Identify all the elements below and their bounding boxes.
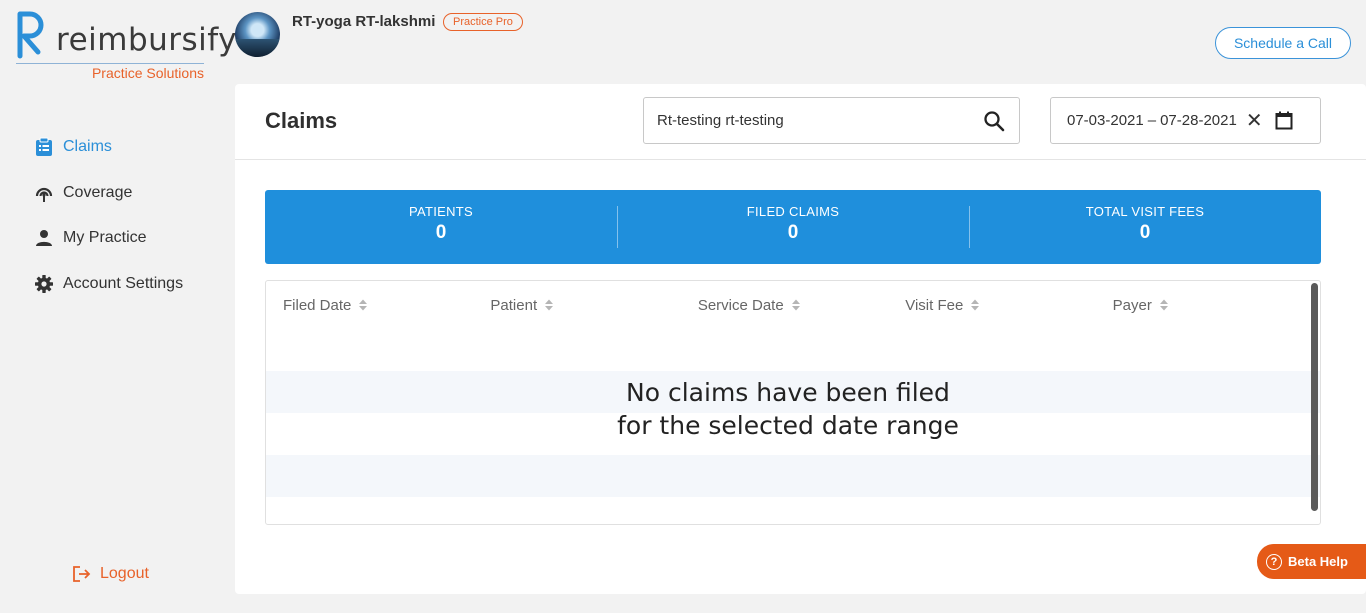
table-row bbox=[266, 455, 1320, 497]
column-label: Service Date bbox=[697, 296, 784, 314]
claims-table: Filed Date Patient Service Date Visit Fe… bbox=[265, 280, 1321, 525]
column-visit-fee[interactable]: Visit Fee bbox=[905, 297, 1112, 314]
empty-state-line: for the selected date range bbox=[617, 411, 959, 440]
clipboard-icon bbox=[34, 137, 54, 157]
sidebar-item-claims[interactable]: Claims bbox=[34, 135, 224, 159]
stat-value: 0 bbox=[787, 222, 799, 243]
logo-divider bbox=[16, 63, 204, 64]
logout-icon bbox=[72, 565, 92, 583]
search-value[interactable]: Rt-testing rt-testing bbox=[657, 112, 983, 129]
plan-badge: Practice Pro bbox=[443, 13, 523, 31]
column-filed-date[interactable]: Filed Date bbox=[283, 297, 490, 314]
sort-icon[interactable] bbox=[791, 298, 801, 312]
card-header: Claims Rt-testing rt-testing 07-03-2021 … bbox=[235, 84, 1366, 160]
column-label: Payer bbox=[1112, 296, 1152, 314]
empty-state-message: No claims have been filed for the select… bbox=[266, 376, 1310, 442]
patient-search-field[interactable]: Rt-testing rt-testing bbox=[643, 97, 1020, 144]
stat-value: 0 bbox=[435, 222, 447, 243]
date-end[interactable]: 07-28-2021 bbox=[1160, 112, 1237, 129]
logout-button[interactable]: Logout bbox=[72, 565, 149, 583]
column-payer[interactable]: Payer bbox=[1113, 297, 1320, 314]
sidebar-item-account-settings[interactable]: Account Settings bbox=[34, 272, 224, 296]
date-separator: – bbox=[1147, 112, 1157, 129]
beta-help-label: Beta Help bbox=[1288, 554, 1348, 569]
column-patient[interactable]: Patient bbox=[490, 297, 697, 314]
sort-icon[interactable] bbox=[358, 298, 368, 312]
stat-patients: PATIENTS 0 bbox=[265, 190, 617, 264]
sort-icon[interactable] bbox=[970, 298, 980, 312]
brand-logo[interactable]: reimbursify Practice Solutions bbox=[14, 8, 237, 84]
date-range-picker[interactable]: 07-03-2021 – 07-28-2021 ✕ bbox=[1050, 97, 1321, 144]
stat-value: 0 bbox=[1139, 222, 1151, 243]
reimbursify-logo-icon bbox=[17, 11, 44, 59]
claims-card: Claims Rt-testing rt-testing 07-03-2021 … bbox=[235, 84, 1366, 594]
stat-total-visit-fees: TOTAL VISIT FEES 0 bbox=[969, 190, 1321, 264]
page-title: Claims bbox=[265, 108, 338, 133]
column-label: Filed Date bbox=[283, 296, 352, 314]
table-row bbox=[266, 329, 1320, 371]
sidebar-item-label: My Practice bbox=[63, 229, 147, 246]
calendar-icon[interactable] bbox=[1275, 111, 1293, 130]
table-header: Filed Date Patient Service Date Visit Fe… bbox=[266, 281, 1320, 329]
stat-label: FILED CLAIMS bbox=[746, 204, 840, 219]
stat-label: TOTAL VISIT FEES bbox=[1085, 204, 1205, 219]
brand-subtitle: Practice Solutions bbox=[91, 65, 204, 81]
table-scrollbar[interactable] bbox=[1311, 283, 1318, 511]
help-icon: ? bbox=[1266, 553, 1282, 570]
beta-help-button[interactable]: ? Beta Help bbox=[1257, 544, 1366, 579]
empty-state-line: No claims have been filed bbox=[626, 378, 950, 407]
person-icon bbox=[34, 228, 54, 248]
sidebar-item-coverage[interactable]: Coverage bbox=[34, 181, 224, 205]
coverage-icon bbox=[34, 183, 54, 203]
sidebar-item-label: Claims bbox=[63, 138, 112, 155]
date-start[interactable]: 07-03-2021 bbox=[1067, 112, 1144, 129]
stat-filed-claims: FILED CLAIMS 0 bbox=[617, 190, 969, 264]
gear-icon bbox=[34, 274, 54, 294]
stat-label: PATIENTS bbox=[408, 204, 474, 219]
column-label: Visit Fee bbox=[905, 296, 964, 314]
schedule-call-button[interactable]: Schedule a Call bbox=[1215, 27, 1351, 59]
column-label: Patient bbox=[490, 296, 538, 314]
sidebar-item-label: Account Settings bbox=[63, 274, 184, 292]
logout-label: Logout bbox=[100, 565, 149, 582]
column-service-date[interactable]: Service Date bbox=[698, 297, 905, 314]
sidebar-item-my-practice[interactable]: My Practice bbox=[34, 226, 224, 250]
avatar[interactable] bbox=[235, 12, 280, 57]
sort-icon[interactable] bbox=[1159, 298, 1169, 312]
sort-icon[interactable] bbox=[544, 298, 554, 312]
sidebar-nav: Claims Coverage My Practice Account Sett… bbox=[34, 135, 224, 317]
user-name: RT-yoga RT-lakshmi bbox=[292, 13, 436, 30]
search-icon[interactable] bbox=[983, 110, 1005, 132]
brand-name: reimbursify bbox=[56, 22, 237, 58]
sidebar-item-label: Coverage bbox=[63, 183, 133, 201]
clear-date-icon[interactable]: ✕ bbox=[1246, 111, 1263, 131]
summary-stats-bar: PATIENTS 0 FILED CLAIMS 0 TOTAL VISIT FE… bbox=[265, 190, 1321, 264]
